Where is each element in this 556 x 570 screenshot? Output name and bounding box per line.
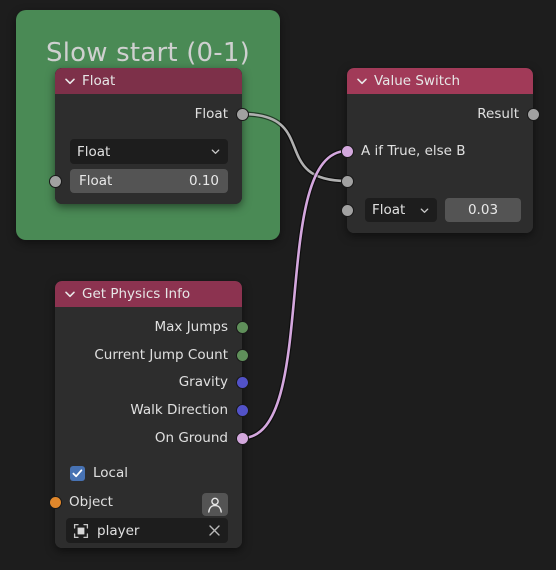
socket-label-result: Result [477,106,519,122]
local-checkbox[interactable] [70,465,85,481]
socket-float-input[interactable] [48,174,62,188]
chevron-down-icon[interactable] [63,287,77,301]
local-checkbox-row[interactable]: Local [70,465,128,481]
chevron-down-icon[interactable] [63,74,77,88]
socket-label-max-jumps: Max Jumps [154,319,229,335]
socket-label-current-jump-count: Current Jump Count [94,347,228,363]
socket-label-on-ground: On Ground [154,430,228,446]
node-editor-canvas[interactable]: Slow start (0-1) Float Float Float Float… [0,0,556,570]
float-value-number: 0.10 [188,173,219,189]
check-icon [72,468,83,477]
node-value-switch[interactable]: Value Switch Result A if True, else B Fl… [340,68,540,233]
socket-row-output-max-jumps: Max Jumps [55,317,242,337]
socket-value-switch-result[interactable] [526,107,540,121]
chevron-down-icon[interactable] [355,74,369,88]
value-switch-value-number: 0.03 [467,202,499,218]
socket-float-output[interactable] [235,107,249,121]
person-icon [208,497,222,513]
node-get-physics-info-header[interactable]: Get Physics Info [55,281,242,307]
x-icon[interactable] [208,524,221,537]
socket-on-ground[interactable] [235,431,249,445]
float-type-dropdown[interactable]: Float [70,139,228,164]
socket-label-gravity: Gravity [178,374,228,390]
socket-walk-direction[interactable] [235,403,249,417]
node-value-switch-header[interactable]: Value Switch [347,68,533,94]
value-switch-type-dropdown-value: Float [372,202,406,218]
socket-row-output-current-jump-count: Current Jump Count [55,345,242,365]
socket-value-switch-input-b[interactable] [340,174,354,188]
object-name-value: player [97,522,140,539]
float-value-field[interactable]: Float 0.10 [70,169,228,193]
node-value-switch-title: Value Switch [374,73,460,89]
object-name-field[interactable]: player [66,518,228,543]
socket-row-output-gravity: Gravity [55,372,242,392]
socket-row-input-a-if-true: A if True, else B [347,141,533,161]
socket-row-output-on-ground: On Ground [55,428,242,448]
socket-row-output-float: Float [55,104,242,124]
socket-value-switch-a-if-true[interactable] [340,144,354,158]
socket-label-walk-direction: Walk Direction [130,402,228,418]
chevron-down-icon [420,207,429,213]
node-get-physics-info-title: Get Physics Info [82,286,191,302]
person-icon-button[interactable] [202,493,228,516]
socket-row-output-result: Result [347,104,533,124]
value-switch-value-field[interactable]: 0.03 [445,198,521,222]
node-float-title: Float [82,73,116,89]
socket-label-a-if-true-else-b: A if True, else B [361,143,466,159]
node-get-physics-info[interactable]: Get Physics Info Max Jumps Current Jump … [48,281,249,548]
float-value-label: Float [79,173,113,189]
float-type-dropdown-value: Float [77,143,111,160]
node-float-header[interactable]: Float [55,68,242,94]
socket-object-input[interactable] [48,495,62,509]
socket-gravity[interactable] [235,375,249,389]
socket-value-switch-input-c[interactable] [340,203,354,217]
socket-label-object: Object [69,494,113,510]
local-checkbox-label: Local [93,465,128,481]
chevron-down-icon [211,149,220,154]
node-float[interactable]: Float Float Float Float 0.10 [48,68,249,204]
socket-label-float-out: Float [194,106,228,122]
frame-title: Slow start (0-1) [46,38,250,68]
socket-row-output-walk-direction: Walk Direction [55,400,242,420]
socket-max-jumps[interactable] [235,320,249,334]
socket-current-jump-count[interactable] [235,348,249,362]
value-switch-type-dropdown[interactable]: Float [365,198,437,222]
object-data-icon [73,523,89,538]
